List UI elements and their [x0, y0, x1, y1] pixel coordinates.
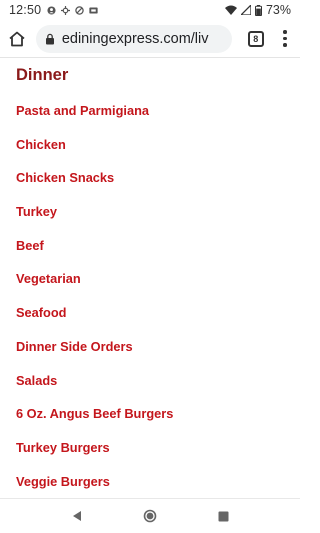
category-link[interactable]: Seafood	[16, 304, 173, 338]
crosshair-icon	[61, 5, 71, 15]
account-icon	[47, 5, 56, 15]
category-link[interactable]: Dinner Side Orders	[16, 338, 173, 372]
category-link[interactable]: Vegetarian	[16, 270, 173, 304]
status-left: 12:50	[9, 3, 98, 17]
battery-percent: 73%	[265, 3, 291, 17]
home-nav-button[interactable]	[138, 504, 162, 528]
circle-slash-icon	[75, 5, 85, 15]
recents-square-icon	[218, 511, 229, 521]
category-link[interactable]: Pasta and Parmigiana	[16, 102, 173, 136]
tab-count: 8	[247, 30, 264, 47]
notification-icons	[47, 5, 98, 15]
wifi-icon	[224, 5, 237, 15]
more-vert-icon	[283, 30, 287, 34]
category-link[interactable]: Chicken	[16, 136, 173, 170]
home-icon	[9, 31, 25, 46]
browser-toolbar: ediningexpress.com/liv 8	[0, 20, 300, 58]
category-link[interactable]: Salads	[16, 372, 173, 406]
category-link[interactable]: Veggie Burgers	[16, 473, 173, 498]
back-button[interactable]	[65, 504, 89, 528]
tab-switcher-button[interactable]: 8	[246, 28, 266, 50]
status-time: 12:50	[9, 3, 42, 17]
category-list: Pasta and Parmigiana Chicken Chicken Sna…	[16, 102, 173, 498]
page-content: Dinner Pasta and Parmigiana Chicken Chic…	[0, 58, 300, 498]
home-circle-icon	[143, 509, 157, 523]
category-link[interactable]: Turkey	[16, 203, 173, 237]
section-title: Dinner	[16, 66, 69, 84]
back-triangle-icon	[72, 511, 81, 521]
category-link[interactable]: Beef	[16, 237, 173, 271]
address-bar[interactable]: ediningexpress.com/liv	[35, 24, 232, 53]
category-link[interactable]: Chicken Snacks	[16, 169, 173, 203]
signal-icon	[240, 5, 251, 15]
url-text: ediningexpress.com/liv	[61, 30, 209, 47]
status-right: 73%	[224, 3, 291, 17]
sim-icon	[89, 7, 98, 13]
recents-button[interactable]	[211, 504, 235, 528]
browser-menu-button[interactable]	[276, 27, 294, 51]
status-bar: 12:50 73%	[0, 0, 300, 20]
system-nav-bar	[0, 498, 300, 533]
lock-icon	[45, 33, 54, 44]
battery-icon	[254, 4, 262, 16]
category-link[interactable]: Turkey Burgers	[16, 439, 173, 473]
category-link[interactable]: 6 Oz. Angus Beef Burgers	[16, 405, 173, 439]
home-button[interactable]	[6, 27, 28, 51]
